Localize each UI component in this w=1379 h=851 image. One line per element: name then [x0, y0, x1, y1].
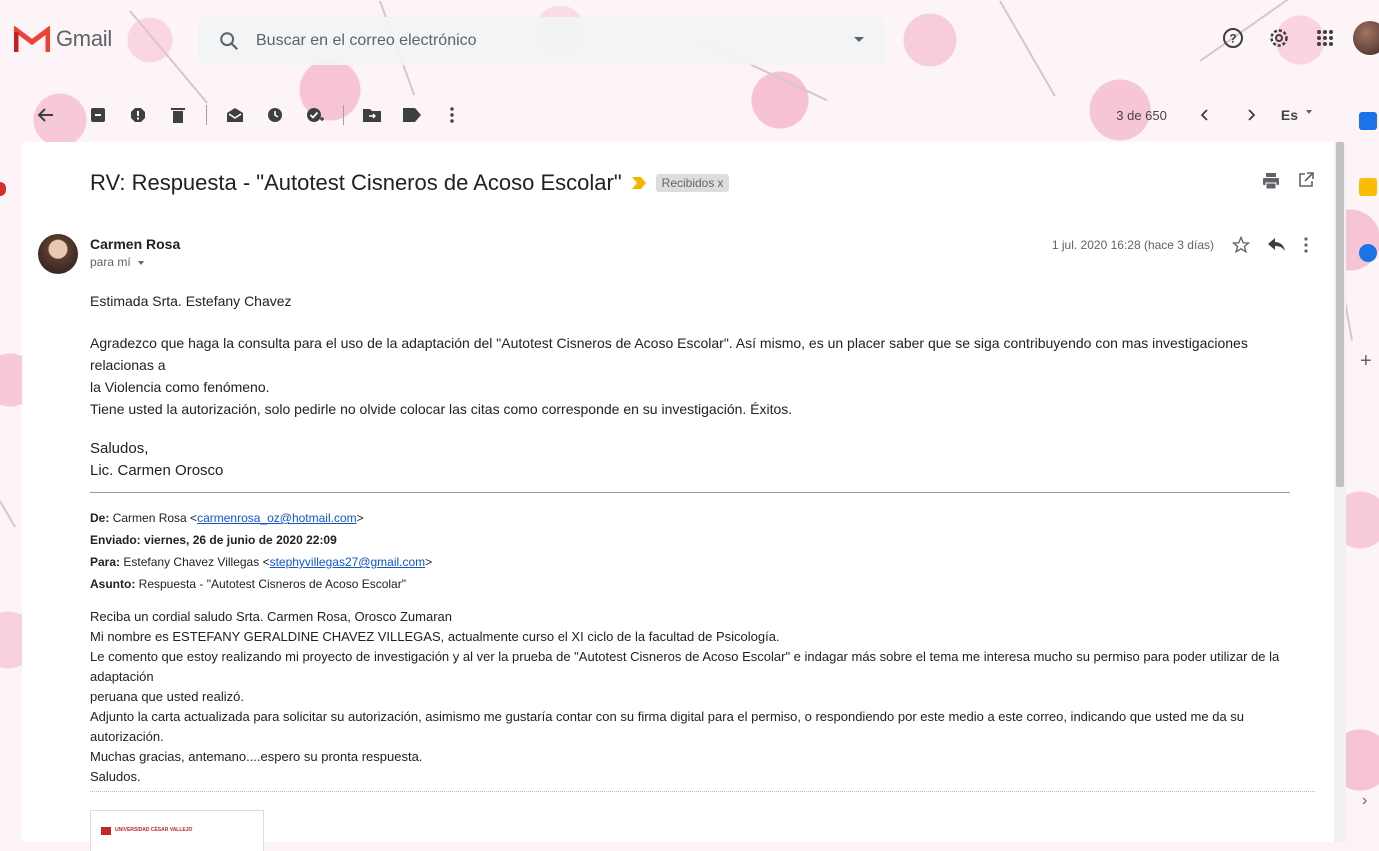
mark-unread-icon[interactable] [215, 95, 255, 135]
subject-line: RV: Respuesta - "Autotest Cisneros de Ac… [90, 170, 730, 196]
forwarded-from: De: Carmen Rosa <carmenrosa_oz@hotmail.c… [90, 511, 364, 525]
spam-icon[interactable] [118, 95, 158, 135]
search-options-caret-icon[interactable] [854, 37, 864, 42]
forwarded-to: Para: Estefany Chavez Villegas <stephyvi… [90, 555, 433, 569]
email-subject: RV: Respuesta - "Autotest Cisneros de Ac… [90, 170, 622, 195]
star-icon[interactable] [1232, 236, 1250, 254]
keep-icon[interactable] [1359, 178, 1377, 196]
help-icon[interactable]: ? [1215, 20, 1251, 56]
signature: Lic. Carmen Orosco [90, 462, 224, 479]
label-remove-icon[interactable]: x [717, 176, 723, 190]
add-addons-icon[interactable]: + [1360, 350, 1372, 373]
newer-icon[interactable] [1197, 107, 1213, 123]
original-line: Adjunto la carta actualizada para solici… [90, 709, 1245, 744]
dotted-divider [90, 791, 1315, 792]
gmail-logo-text: Gmail [56, 26, 112, 51]
input-tools-language[interactable]: Es [1281, 107, 1298, 123]
label-name: Recibidos [661, 176, 715, 190]
sender-avatar[interactable] [38, 234, 78, 274]
show-side-panel-icon[interactable]: › [1362, 792, 1367, 810]
original-line: Saludos. [90, 769, 141, 784]
toolbar-separator [206, 105, 207, 125]
recipient-label: para mí [90, 255, 131, 269]
toolbar-separator [343, 105, 344, 125]
account-avatar[interactable] [1353, 21, 1379, 55]
apps-icon[interactable] [1307, 20, 1343, 56]
older-icon[interactable] [1243, 107, 1259, 123]
scrollbar[interactable] [1334, 142, 1346, 842]
importance-marker-icon[interactable] [631, 177, 646, 189]
forwarded-header: De: Carmen Rosa <carmenrosa_oz@hotmail.c… [90, 507, 1310, 595]
recipient-caret-icon[interactable] [138, 260, 145, 265]
original-line: Mi nombre es ESTEFANY GERALDINE CHAVEZ V… [90, 629, 780, 644]
delete-icon[interactable] [158, 95, 198, 135]
to-email-link[interactable]: stephyvillegas27@gmail.com [270, 555, 426, 569]
divider [90, 492, 1290, 493]
original-message: Reciba un cordial saludo Srta. Carmen Ro… [90, 607, 1310, 787]
message-more-icon[interactable] [1304, 237, 1308, 253]
top-bar: Gmail ? [0, 0, 1379, 92]
message-body: Estimada Srta. Estefany Chavez Agradezco… [90, 290, 1315, 792]
forwarded-subject: Asunto: Respuesta - "Autotest Cisneros d… [90, 577, 406, 591]
back-icon[interactable] [26, 95, 66, 135]
new-window-icon[interactable] [1298, 172, 1314, 188]
more-icon[interactable] [432, 95, 472, 135]
print-icon[interactable] [1262, 172, 1280, 190]
message-view: RV: Respuesta - "Autotest Cisneros de Ac… [22, 142, 1334, 851]
greeting: Estimada Srta. Estefany Chavez [90, 293, 292, 309]
scrollbar-thumb[interactable] [1336, 142, 1344, 487]
original-line: peruana que usted realizó. [90, 689, 244, 704]
body-paragraph: la Violencia como fenómeno. [90, 379, 270, 395]
original-line: Le comento que estoy realizando mi proye… [90, 649, 1280, 684]
body-paragraph: Agradezco que haga la consulta para el u… [90, 335, 1248, 373]
subject-actions [1262, 172, 1314, 190]
archive-icon[interactable] [78, 95, 118, 135]
add-task-icon[interactable] [295, 95, 335, 135]
recipient-details[interactable]: para mí [90, 255, 145, 269]
message-meta: 1 jul. 2020 16:28 (hace 3 días) [1052, 236, 1308, 254]
calendar-icon[interactable] [1359, 112, 1377, 130]
label-chip-inbox[interactable]: Recibidos x [655, 174, 730, 192]
body-paragraph: Tiene usted la autorización, solo pedirl… [90, 401, 793, 417]
gmail-logo[interactable]: Gmail [14, 26, 112, 52]
closing: Saludos, [90, 440, 149, 457]
forwarded-sent: Enviado: viernes, 26 de junio de 2020 22… [90, 533, 337, 547]
from-email-link[interactable]: carmenrosa_oz@hotmail.com [197, 511, 357, 525]
snooze-icon[interactable] [255, 95, 295, 135]
pager-count: 3 de 650 [1116, 107, 1167, 123]
settings-icon[interactable] [1261, 20, 1297, 56]
language-caret-icon[interactable] [1306, 110, 1312, 114]
label-icon[interactable] [392, 95, 432, 135]
pagination: 3 de 650 Es [1116, 93, 1312, 137]
gmail-m-icon [14, 26, 50, 52]
attachment-preview[interactable]: UNIVERSIDAD CÉSAR VALLEJO [90, 810, 264, 851]
move-to-icon[interactable] [352, 95, 392, 135]
search-input[interactable] [254, 31, 818, 51]
university-logo-icon [101, 827, 111, 835]
side-panel: + › [1352, 92, 1379, 837]
original-line: Reciba un cordial saludo Srta. Carmen Ro… [90, 609, 452, 624]
top-right-icons: ? [1215, 20, 1379, 56]
sender-name[interactable]: Carmen Rosa [90, 236, 180, 252]
attachment-header-text: UNIVERSIDAD CÉSAR VALLEJO [115, 827, 193, 833]
tasks-icon[interactable] [1359, 244, 1377, 262]
original-line: Muchas gracias, antemano....espero su pr… [90, 749, 423, 764]
reply-icon[interactable] [1268, 238, 1286, 252]
message-toolbar: 3 de 650 Es [0, 93, 1340, 137]
message-date: 1 jul. 2020 16:28 (hace 3 días) [1051, 238, 1214, 252]
search-bar [198, 17, 884, 65]
svg-text:?: ? [1229, 32, 1236, 46]
search-icon[interactable] [218, 30, 240, 52]
